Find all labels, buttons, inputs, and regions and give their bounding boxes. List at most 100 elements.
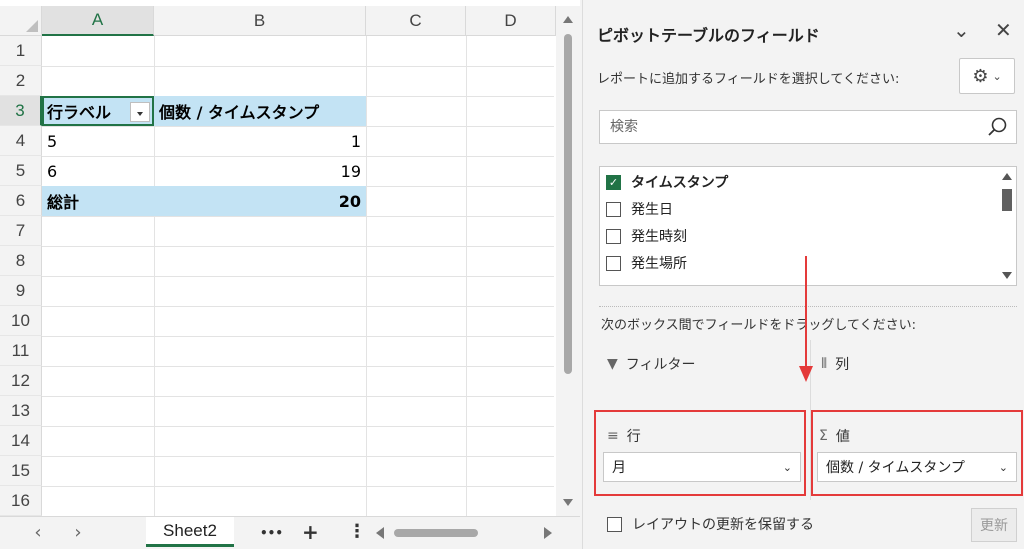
field-item-place[interactable]: 発生場所	[606, 250, 687, 276]
pivot-value-header[interactable]: 個数 / タイムスタンプ	[154, 96, 366, 126]
defer-layout-label: レイアウトの更新を保留する	[632, 517, 814, 533]
field-search-box	[599, 110, 1017, 144]
row-header-6[interactable]: 6	[0, 186, 42, 216]
row-header-10[interactable]: 10	[0, 306, 42, 336]
scroll-thumb[interactable]	[394, 529, 478, 537]
pivot-grand-total-value[interactable]: 20	[154, 186, 366, 216]
column-header-a[interactable]: A	[42, 6, 154, 36]
update-button[interactable]: 更新	[971, 508, 1017, 542]
gridline	[42, 246, 554, 247]
scroll-left-icon[interactable]	[376, 527, 384, 539]
add-sheet-icon[interactable]: +	[302, 520, 319, 544]
gridline	[42, 366, 554, 367]
annotation-arrow	[805, 256, 807, 370]
close-icon[interactable]: ✕	[995, 18, 1012, 42]
scroll-thumb[interactable]	[564, 34, 572, 374]
gridline	[42, 276, 554, 277]
gridline	[42, 66, 554, 67]
search-icon[interactable]	[986, 116, 1008, 138]
field-list: ✓ タイムスタンプ 発生日 発生時刻 発生場所	[599, 166, 1017, 286]
row-header-4[interactable]: 4	[0, 126, 42, 156]
excel-window: A B C D 1 2 3 4 5 6 7 8 9 10 11 12 13 14…	[0, 0, 1024, 549]
gridline	[42, 486, 554, 487]
values-field-value: 個数 / タイムスタンプ	[826, 460, 965, 476]
gridline	[42, 456, 554, 457]
column-header-c[interactable]: C	[366, 6, 466, 36]
scroll-down-icon[interactable]	[563, 499, 573, 506]
select-all-corner[interactable]	[0, 6, 42, 36]
field-label: 発生時刻	[631, 229, 687, 245]
sheet-tab-sheet2[interactable]: Sheet2	[146, 517, 234, 547]
horizontal-scrollbar[interactable]	[374, 524, 554, 542]
row-header-14[interactable]: 14	[0, 426, 42, 456]
pivot-row-value[interactable]: 19	[154, 156, 366, 186]
gridline	[42, 426, 554, 427]
scroll-up-icon[interactable]	[1002, 173, 1012, 180]
row-header-9[interactable]: 9	[0, 276, 42, 306]
annotation-arrow-head	[799, 366, 813, 382]
divider	[599, 306, 1017, 307]
row-header-5[interactable]: 5	[0, 156, 42, 186]
chevron-down-icon: ⌄	[782, 460, 792, 474]
pivot-row-label[interactable]: 5	[42, 126, 154, 156]
values-area-title: 値	[835, 429, 850, 445]
pivot-row-labels-text: 行ラベル	[47, 103, 112, 122]
pivot-grand-total-label[interactable]: 総計	[42, 186, 154, 216]
pivot-filter-dropdown-icon[interactable]	[130, 102, 150, 122]
field-item-time[interactable]: 発生時刻	[606, 223, 687, 249]
field-label: 発生場所	[631, 256, 687, 272]
checkbox[interactable]	[606, 255, 621, 271]
field-item-date[interactable]: 発生日	[606, 196, 673, 222]
gridline	[42, 216, 554, 217]
row-header-15[interactable]: 15	[0, 456, 42, 486]
scroll-down-icon[interactable]	[1002, 272, 1012, 279]
row-header-13[interactable]: 13	[0, 396, 42, 426]
values-field-dropdown[interactable]: 個数 / タイムスタンプ ⌄	[817, 452, 1017, 482]
layout-settings-button[interactable]: ⚙ ⌄	[959, 58, 1015, 94]
column-header-d[interactable]: D	[466, 6, 556, 36]
row-header-7[interactable]: 7	[0, 216, 42, 246]
rows-icon: ≡	[607, 428, 619, 444]
filter-area-label: ▼ フィルター	[607, 354, 696, 374]
values-area-label: Σ 値	[819, 426, 850, 446]
scroll-right-icon[interactable]	[544, 527, 552, 539]
pane-title: ピボットテーブルのフィールド	[597, 26, 820, 45]
gridline	[42, 306, 554, 307]
rows-field-dropdown[interactable]: 月 ⌄	[603, 452, 801, 482]
row-header-12[interactable]: 12	[0, 366, 42, 396]
checkbox[interactable]	[606, 201, 621, 217]
chevron-down-icon[interactable]: ⌄	[953, 18, 970, 42]
column-header-b[interactable]: B	[154, 6, 366, 36]
row-header-2[interactable]: 2	[0, 66, 42, 96]
field-search-input[interactable]	[600, 111, 970, 143]
checkbox-checked[interactable]: ✓	[606, 174, 621, 190]
row-header-3[interactable]: 3	[0, 96, 42, 126]
vertical-scrollbar[interactable]	[556, 6, 580, 516]
divider	[810, 340, 811, 500]
more-sheets-icon[interactable]: •••	[260, 526, 283, 540]
drag-instruction: 次のボックス間でフィールドをドラッグしてください:	[601, 318, 916, 333]
checkbox[interactable]	[606, 228, 621, 244]
gridline	[42, 396, 554, 397]
gridline	[42, 336, 554, 337]
scroll-thumb[interactable]	[1002, 189, 1012, 211]
spreadsheet-grid: A B C D 1 2 3 4 5 6 7 8 9 10 11 12 13 14…	[0, 0, 580, 549]
scroll-up-icon[interactable]	[563, 16, 573, 23]
field-item-timestamp[interactable]: ✓ タイムスタンプ	[606, 169, 728, 195]
field-list-scrollbar[interactable]	[998, 167, 1016, 285]
next-sheet-icon[interactable]: ›	[68, 523, 88, 543]
row-header-1[interactable]: 1	[0, 36, 42, 66]
row-header-8[interactable]: 8	[0, 246, 42, 276]
field-select-instruction: レポートに追加するフィールドを選択してください:	[597, 72, 900, 87]
pivot-row-value[interactable]: 1	[154, 126, 366, 156]
columns-area-label: ⦀ 列	[821, 354, 849, 374]
row-header-16[interactable]: 16	[0, 486, 42, 516]
prev-sheet-icon[interactable]: ‹	[28, 523, 48, 543]
sheet-options-icon[interactable]: ⋮	[348, 521, 366, 542]
pivot-row-label[interactable]: 6	[42, 156, 154, 186]
field-label: 発生日	[631, 202, 673, 218]
defer-layout-update[interactable]: レイアウトの更新を保留する	[607, 514, 814, 534]
checkbox[interactable]	[607, 516, 622, 532]
row-header-11[interactable]: 11	[0, 336, 42, 366]
pivot-fields-pane: ピボットテーブルのフィールド ⌄ ✕ レポートに追加するフィールドを選択してくだ…	[582, 0, 1024, 549]
